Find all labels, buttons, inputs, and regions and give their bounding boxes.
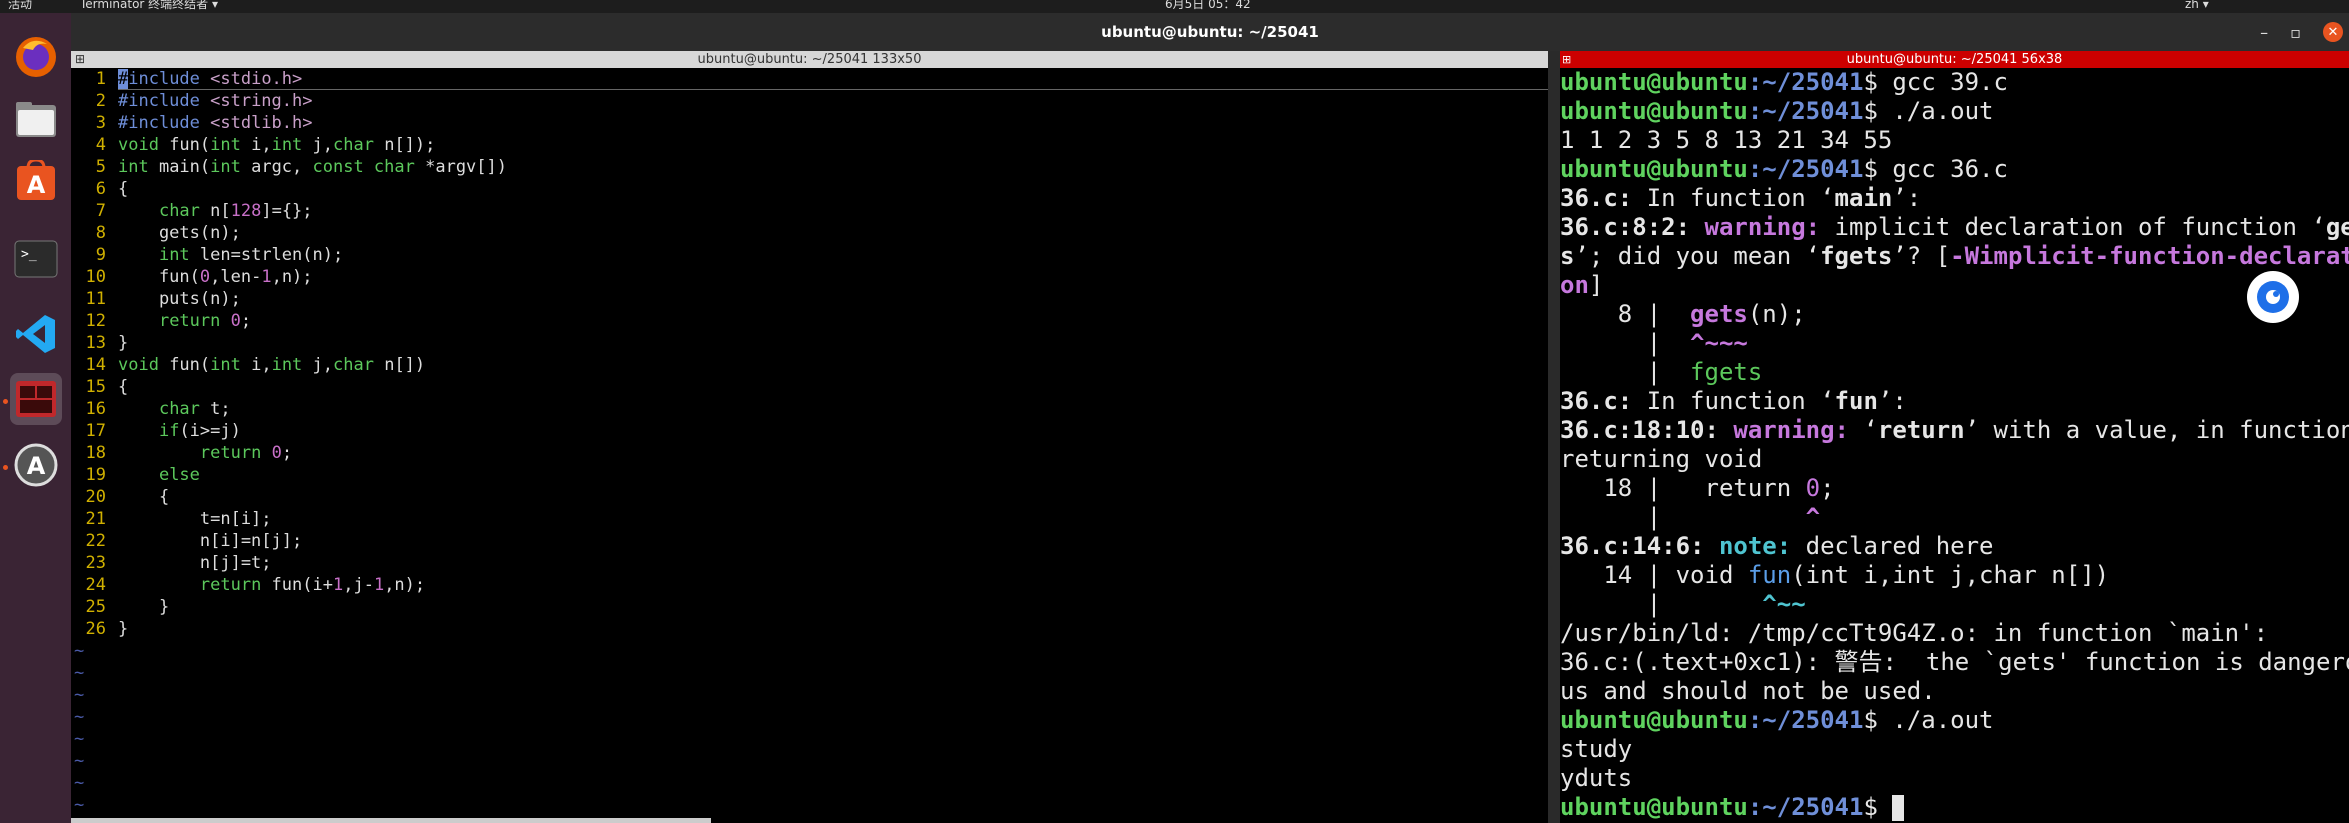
close-icon[interactable]: ✕ [2323, 22, 2343, 42]
terminal-line: ubuntu@ubuntu:~/25041$ gcc 39.c [1560, 68, 2008, 96]
left-terminal-title: ubuntu@ubuntu: ~/25041 133x50 [697, 52, 922, 67]
terminal-line: ubuntu@ubuntu:~/25041$ gcc 36.c [1560, 155, 2008, 183]
right-terminal-titlebar[interactable]: ubuntu@ubuntu: ~/25041 56x38 [1560, 51, 2349, 68]
minimize-icon[interactable]: – [2260, 23, 2268, 42]
terminal-line: 8 | gets(n); [1560, 300, 1806, 328]
app-menu[interactable]: Terminator 终端终结者 ▾ [80, 0, 218, 11]
terminal-line: 36.c:(.text+0xc1): 警告: the `gets' functi… [1560, 648, 2349, 676]
code-line: 26} [85, 619, 129, 639]
terminator-icon[interactable] [10, 373, 62, 425]
empty-line-marker: ~ [74, 773, 85, 793]
floating-assistant-button[interactable] [2247, 271, 2299, 323]
code-line: 21 t=n[i]; [85, 509, 272, 529]
code-line: 10 fun(0,len-1,n); [85, 267, 313, 287]
terminal-line: us and should not be used. [1560, 677, 1936, 705]
empty-line-marker: ~ [74, 707, 85, 727]
terminal-line: 18 | return 0; [1560, 474, 1835, 502]
empty-line-marker: ~ [74, 751, 85, 771]
activities-button[interactable]: 活动 [8, 0, 32, 11]
pane-divider[interactable] [1548, 51, 1560, 823]
split-icon-right[interactable]: ⊞ [1562, 53, 1571, 66]
empty-line-marker: ~ [74, 729, 85, 749]
split-icon[interactable]: ⊞ [75, 52, 85, 66]
empty-line-marker: ~ [74, 641, 85, 661]
terminal-line: | fgets [1560, 358, 1763, 386]
vim-status-bar [71, 818, 711, 823]
svg-text:A: A [27, 171, 46, 199]
running-indicator [3, 399, 8, 404]
code-line: 17 if(i>=j) [85, 421, 241, 441]
system-top-bar: 活动 Terminator 终端终结者 ▾ 6月5日 05：42 zh ▾ [0, 0, 2349, 13]
left-terminal-titlebar[interactable]: ubuntu@ubuntu: ~/25041 133x50 [71, 51, 1548, 68]
vim-editor[interactable]: 1 #include <stdio.h> 2 #include <string.h>… [71, 68, 1548, 823]
terminal-icon[interactable]: >_ [10, 233, 62, 285]
clock[interactable]: 6月5日 05：42 [1165, 0, 1251, 11]
terminal-line: 36.c:18:10: warning: ‘return’ with a val… [1560, 416, 2349, 444]
right-terminal-title: ubuntu@ubuntu: ~/25041 56x38 [1846, 52, 2063, 67]
code-line: 3 #include <stdlib.h> [95, 113, 313, 133]
empty-line-marker: ~ [74, 663, 85, 683]
terminal-line: s’; did you mean ‘fgets’? [-Wimplicit-fu… [1560, 242, 2349, 270]
code-line: 23 n[j]=t; [85, 553, 272, 573]
code-line: 7 char n[128]={}; [95, 201, 313, 221]
files-icon[interactable] [10, 93, 62, 145]
terminal-prompt-line[interactable]: ubuntu@ubuntu:~/25041$ [1560, 793, 2349, 822]
terminal-line: /usr/bin/ld: /tmp/ccTt9G4Z.o: in functio… [1560, 619, 2269, 647]
terminal-line: 1 1 2 3 5 8 13 21 34 55 [1560, 126, 1893, 154]
terminal-line: study [1560, 735, 1633, 763]
dock: A >_ A [0, 13, 71, 823]
terminal-line: | ^~~~ [1560, 329, 1748, 357]
vscode-icon[interactable] [10, 308, 62, 360]
code-line: 25 } [85, 597, 170, 617]
empty-line-marker: ~ [74, 795, 85, 815]
window-controls: – ▫ ✕ [2260, 13, 2343, 51]
code-line: 22 n[i]=n[j]; [85, 531, 303, 551]
code-line: 24 return fun(i+1,j-1,n); [85, 575, 426, 595]
terminal-line: 36.c: In function ‘fun’: [1560, 387, 1907, 415]
svg-text:A: A [27, 452, 46, 480]
code-line: 20 { [85, 487, 170, 507]
code-line: 12 return 0; [85, 311, 252, 331]
code-line: 1 #include <stdio.h> [95, 69, 303, 89]
code-line: 8 gets(n); [95, 223, 241, 243]
terminal-line: on] [1560, 271, 1604, 299]
terminal-line: | ^ [1560, 503, 1821, 531]
app-store-icon[interactable]: A [10, 155, 62, 207]
code-line: 4 void fun(int i,int j,char n[]); [95, 135, 436, 155]
empty-line-marker: ~ [74, 685, 85, 705]
window-title: ubuntu@ubuntu: ~/25041 [71, 13, 2349, 51]
terminal-line: ubuntu@ubuntu:~/25041$ ./a.out [1560, 706, 1994, 734]
maximize-icon[interactable]: ▫ [2290, 23, 2301, 42]
code-line: 6{ [95, 179, 129, 199]
code-line: 14 void fun(int i,int j,char n[]) [85, 355, 426, 375]
terminal-line: 36.c: In function ‘main’: [1560, 184, 1922, 212]
terminal-line: returning void [1560, 445, 1763, 473]
software-updater-icon[interactable]: A [10, 439, 62, 491]
assistant-icon [2257, 281, 2289, 313]
code-line: 16 char t; [85, 399, 231, 419]
text-cursor [1892, 795, 1905, 821]
code-line: 19 else [85, 465, 200, 485]
terminal-line: 36.c:8:2: warning: implicit declaration … [1560, 213, 2349, 241]
firefox-icon[interactable] [10, 31, 62, 83]
code-line: 9 int len=strlen(n); [95, 245, 344, 265]
terminal-line: 14 | void fun(int i,int j,char n[]) [1560, 561, 2110, 589]
terminal-output[interactable]: ubuntu@ubuntu:~/25041$ gcc 39.c ubuntu@u… [1560, 68, 2349, 823]
svg-text:>_: >_ [21, 247, 37, 262]
code-line: 2 #include <string.h> [95, 91, 313, 111]
terminal-line: ubuntu@ubuntu:~/25041$ ./a.out [1560, 97, 1994, 125]
input-method-indicator[interactable]: zh ▾ [2185, 0, 2209, 11]
code-line: 18 return 0; [85, 443, 293, 463]
code-line: 5 int main(int argc, const char *argv[]) [95, 157, 507, 177]
code-line: 13} [85, 333, 129, 353]
code-line: 15{ [85, 377, 129, 397]
running-indicator-2 [3, 465, 8, 470]
code-line: 11 puts(n); [85, 289, 241, 309]
terminal-line: yduts [1560, 764, 1633, 792]
terminal-line: 36.c:14:6: note: declared here [1560, 532, 1994, 560]
terminal-line: | ^~~ [1560, 590, 1806, 618]
